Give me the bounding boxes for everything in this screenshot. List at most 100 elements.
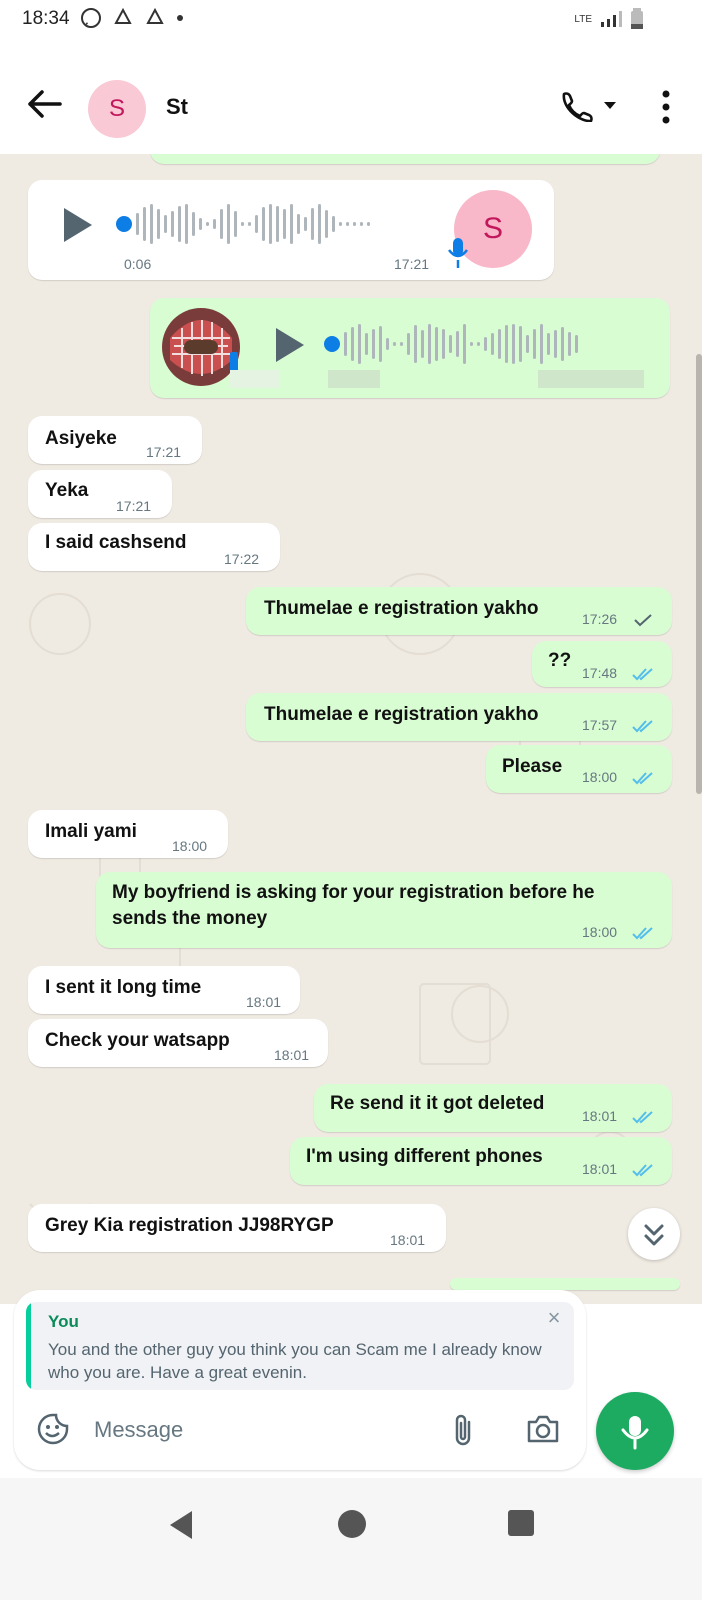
message-text: Asiyeke <box>45 428 117 449</box>
mic-badge-icon <box>448 238 468 268</box>
scroll-to-bottom-button[interactable] <box>628 1208 680 1260</box>
waveform-outgoing <box>344 324 578 364</box>
message-text: Please <box>502 756 563 777</box>
notification-icons <box>80 7 184 29</box>
message-text: Thumelae e registration yakho <box>264 598 539 619</box>
message-time: 17:21 <box>146 444 182 460</box>
message-outgoing[interactable]: My boyfriend is asking for your registra… <box>96 872 672 948</box>
phone-icon <box>562 92 593 122</box>
message-incoming[interactable]: Check your watsapp 18:01 <box>28 1019 328 1067</box>
nav-back-icon[interactable] <box>166 1508 196 1542</box>
camera-icon[interactable] <box>526 1414 560 1444</box>
voice-note-time: 17:21 <box>394 256 430 272</box>
signal-icon <box>601 11 622 27</box>
message-input[interactable] <box>92 1410 426 1450</box>
system-icons: LTE <box>574 8 644 30</box>
message-time: 18:00 <box>172 838 208 854</box>
message-text: I'm using different phones <box>306 1146 543 1167</box>
voice-note-outgoing[interactable] <box>150 298 670 398</box>
message-time: 17:22 <box>224 551 260 567</box>
message-text: Grey Kia registration JJ98RYGP <box>45 1215 334 1236</box>
blurred-duration-2 <box>328 370 380 388</box>
message-incoming[interactable]: I said cashsend 17:22 <box>28 523 280 571</box>
dot-icon <box>177 15 183 21</box>
status-bar: 18:34 LTE <box>0 0 702 44</box>
message-incoming[interactable]: I sent it long time 18:01 <box>28 966 300 1014</box>
contact-avatar[interactable]: S <box>88 80 146 138</box>
message-composer: You You and the other guy you think you … <box>14 1290 586 1470</box>
message-time: 17:21 <box>116 498 152 514</box>
message-time: 17:57 <box>582 717 618 733</box>
message-incoming[interactable]: Asiyeke 17:21 <box>28 416 202 464</box>
message-time: 18:01 <box>390 1232 426 1248</box>
sender-profile-photo <box>162 308 240 386</box>
network-label: LTE <box>574 13 592 25</box>
message-outgoing[interactable]: Thumelae e registration yakho 17:26 <box>246 587 672 635</box>
message-text: My boyfriend is asking for your registra… <box>112 882 595 903</box>
nav-home-icon[interactable] <box>338 1510 366 1538</box>
playback-slider-thumb[interactable] <box>116 216 132 232</box>
double-tick-icon <box>632 1111 653 1124</box>
sync-icon <box>114 7 132 24</box>
reply-preview[interactable]: You You and the other guy you think you … <box>26 1302 574 1390</box>
voice-note-duration: 0:06 <box>124 256 152 272</box>
paperclip-icon[interactable] <box>450 1412 476 1448</box>
chevron-down-icon <box>604 102 616 109</box>
close-icon[interactable]: × <box>544 1307 564 1329</box>
message-outgoing[interactable]: ?? 17:48 <box>532 641 672 687</box>
reply-text: You and the other guy you think you can … <box>48 1340 542 1382</box>
message-text: I sent it long time <box>45 977 202 998</box>
message-incoming[interactable]: Imali yami 18:00 <box>28 810 228 858</box>
double-tick-icon <box>632 1164 653 1177</box>
message-incoming[interactable]: Grey Kia registration JJ98RYGP 18:01 <box>28 1204 446 1252</box>
message-text-line2: sends the money <box>112 908 268 929</box>
play-icon-outgoing[interactable] <box>276 328 304 362</box>
sync-icon-2 <box>146 7 164 24</box>
partial-message-bubble-bottom <box>450 1278 680 1290</box>
double-chevron-down-icon <box>644 1224 664 1246</box>
double-tick-icon <box>632 927 653 940</box>
play-icon[interactable] <box>64 208 92 242</box>
message-outgoing[interactable]: Re send it it got deleted 18:01 <box>314 1084 672 1132</box>
message-text: ?? <box>548 650 572 671</box>
message-time: 18:01 <box>582 1108 618 1124</box>
chat-area[interactable]: 0:06 17:21 S Asiyeke 17:21 Yeka 17:21 I … <box>0 154 702 1304</box>
microphone-icon <box>621 1416 649 1450</box>
reply-accent-bar <box>26 1302 31 1390</box>
voice-note-incoming[interactable]: 0:06 17:21 S <box>28 180 554 280</box>
message-outgoing[interactable]: Please 18:00 <box>486 745 672 793</box>
system-nav-bar <box>0 1478 702 1600</box>
whatsapp-notification-icon <box>81 8 101 28</box>
message-time: 18:01 <box>582 1161 618 1177</box>
message-time: 17:26 <box>582 611 618 627</box>
double-tick-icon <box>632 772 653 785</box>
message-time: 17:48 <box>582 665 618 681</box>
message-text: Check your watsapp <box>45 1030 230 1051</box>
nav-recents-icon[interactable] <box>508 1510 534 1536</box>
call-menu-button[interactable] <box>560 90 620 122</box>
waveform <box>136 202 370 246</box>
double-tick-icon <box>632 668 653 681</box>
message-time: 18:01 <box>274 1047 310 1063</box>
double-tick-icon <box>632 720 653 733</box>
message-incoming[interactable]: Yeka 17:21 <box>28 470 172 518</box>
message-time: 18:00 <box>582 924 618 940</box>
contact-name[interactable]: St <box>166 94 188 120</box>
status-time: 18:34 <box>22 8 70 29</box>
voice-record-button[interactable] <box>596 1392 674 1470</box>
partial-message-bubble[interactable] <box>150 154 660 164</box>
message-outgoing[interactable]: Thumelae e registration yakho 17:57 <box>246 693 672 741</box>
message-text: Re send it it got deleted <box>330 1093 545 1114</box>
more-options-icon[interactable] <box>656 90 676 124</box>
message-time: 18:01 <box>246 994 282 1010</box>
playback-slider-thumb-outgoing[interactable] <box>324 336 340 352</box>
message-text: Imali yami <box>45 821 137 842</box>
message-outgoing[interactable]: I'm using different phones 18:01 <box>290 1137 672 1185</box>
scrollbar[interactable] <box>696 354 702 794</box>
battery-icon <box>631 8 643 29</box>
back-arrow-icon[interactable] <box>24 88 64 120</box>
message-time: 18:00 <box>582 769 618 785</box>
chat-header: S St <box>0 44 702 154</box>
reply-author: You <box>48 1312 79 1331</box>
sticker-emoji-icon[interactable] <box>36 1412 70 1446</box>
